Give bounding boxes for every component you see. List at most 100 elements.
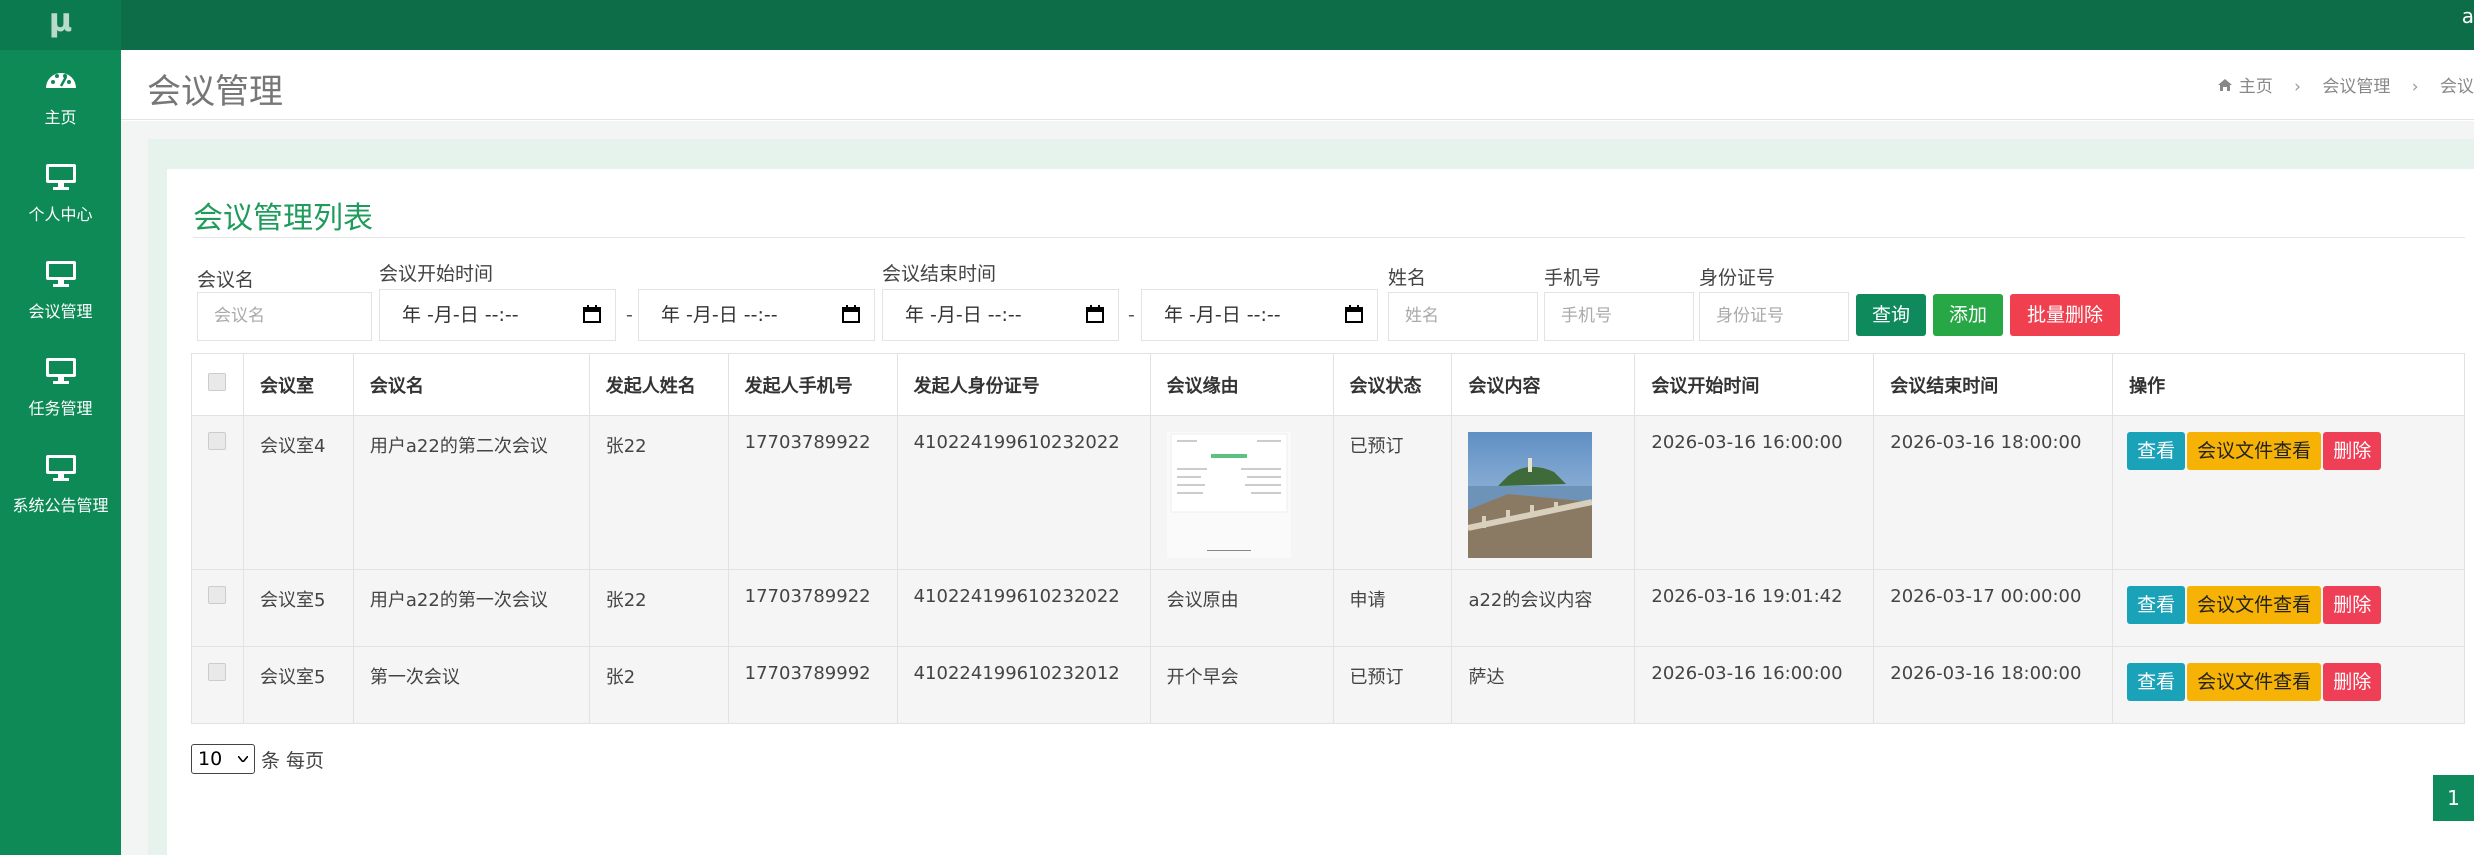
row-select-cell [191, 569, 244, 647]
chevron-right-icon: › [2294, 77, 2301, 97]
cell-actions: 查看 会议文件查看 删除 [2112, 415, 2465, 570]
monitor-icon [45, 455, 76, 481]
sidebar-item-label: 会议管理 [28, 302, 93, 321]
calendar-icon[interactable] [1086, 305, 1104, 323]
delete-button[interactable]: 删除 [2323, 432, 2382, 470]
row-select-cell [191, 646, 244, 724]
table-row: 会议室4 用户a22的第二次会议 张22 17703789922 4102241… [191, 415, 2465, 570]
meeting-name-input[interactable]: 会议名 [197, 292, 372, 341]
row-select-cell [191, 415, 244, 570]
sidebar-item-announcements[interactable]: 系统公告管理 [0, 438, 121, 535]
view-button[interactable]: 查看 [2127, 586, 2186, 624]
column-header[interactable]: 会议名 [352, 353, 590, 416]
chevron-down-icon [238, 756, 248, 762]
breadcrumb-level1[interactable]: 会议管理 [2322, 72, 2390, 97]
column-header[interactable]: 会议状态 [1332, 353, 1453, 416]
view-button[interactable]: 查看 [2127, 663, 2186, 701]
cell-room: 会议室5 [242, 569, 354, 647]
cell-room: 会议室5 [242, 646, 354, 724]
app-logo: μ [0, 0, 121, 50]
page-title: 会议管理 [147, 72, 283, 112]
range-separator: - [626, 304, 633, 326]
batch-delete-button[interactable]: 批量删除 [2010, 294, 2120, 336]
page-header: 会议管理 主页 › 会议管理 › 会议 [121, 50, 2474, 120]
row-checkbox[interactable] [208, 586, 226, 604]
cell-id-card: 410224199610232012 [896, 646, 1151, 724]
monitor-icon [45, 358, 76, 384]
page-size-select[interactable]: 10 [191, 744, 255, 774]
calendar-icon[interactable] [842, 305, 860, 323]
cell-end-time: 2026-03-16 18:00:00 [1873, 646, 2114, 724]
sidebar-item-label: 任务管理 [28, 399, 93, 418]
column-header[interactable]: 发起人姓名 [588, 353, 729, 416]
date-placeholder: 年 -月-日 --:-- [905, 304, 1022, 326]
table-row: 会议室5 第一次会议 张2 17703789992 41022419961023… [191, 646, 2465, 724]
delete-button[interactable]: 删除 [2323, 663, 2382, 701]
column-header[interactable]: 发起人手机号 [727, 353, 898, 416]
page-number-button[interactable]: 1 [2433, 775, 2474, 821]
cell-initiator: 张22 [588, 415, 729, 570]
view-files-button[interactable]: 会议文件查看 [2187, 586, 2322, 624]
column-header[interactable]: 会议内容 [1451, 353, 1636, 416]
id-card-input[interactable]: 身份证号 [1699, 292, 1849, 341]
filter-label-end-time: 会议结束时间 [882, 263, 997, 285]
sidebar-item-tasks[interactable]: 任务管理 [0, 341, 121, 438]
view-button[interactable]: 查看 [2127, 432, 2186, 470]
start-time-from-input[interactable]: 年 -月-日 --:-- [379, 289, 616, 341]
date-placeholder: 年 -月-日 --:-- [1164, 304, 1281, 326]
meeting-table: 会议室 会议名 发起人姓名 发起人手机号 发起人身份证号 会议缘由 会议状态 会… [191, 353, 2465, 724]
cell-status: 已预订 [1332, 646, 1453, 724]
cell-phone: 17703789922 [727, 569, 898, 647]
sidebar-item-home[interactable]: 主页 [0, 50, 121, 147]
view-files-button[interactable]: 会议文件查看 [2187, 663, 2322, 701]
end-time-from-input[interactable]: 年 -月-日 --:-- [882, 289, 1119, 341]
column-header[interactable]: 会议缘由 [1149, 353, 1334, 416]
sidebar-item-meetings[interactable]: 会议管理 [0, 244, 121, 341]
cell-start-time: 2026-03-16 19:01:42 [1634, 569, 1875, 647]
divider [193, 237, 2465, 238]
add-button[interactable]: 添加 [1933, 294, 2003, 336]
cell-end-time: 2026-03-16 18:00:00 [1873, 415, 2114, 570]
row-checkbox[interactable] [208, 432, 226, 450]
cell-reason [1149, 415, 1334, 570]
sidebar-item-profile[interactable]: 个人中心 [0, 147, 121, 244]
cell-actions: 查看 会议文件查看 删除 [2112, 569, 2465, 647]
filter-label-start-time: 会议开始时间 [379, 263, 494, 285]
row-checkbox[interactable] [208, 663, 226, 681]
name-input[interactable]: 姓名 [1388, 292, 1538, 341]
cell-start-time: 2026-03-16 16:00:00 [1634, 646, 1875, 724]
content-area: 会议管理列表 会议名 会议名 会议开始时间 年 -月-日 --:-- - 年 -… [121, 121, 2474, 855]
card-title: 会议管理列表 [193, 201, 373, 236]
reason-document-thumbnail[interactable] [1166, 432, 1291, 558]
table-header-row: 会议室 会议名 发起人姓名 发起人手机号 发起人身份证号 会议缘由 会议状态 会… [191, 353, 2465, 416]
delete-button[interactable]: 删除 [2323, 586, 2382, 624]
range-separator: - [1128, 304, 1135, 326]
calendar-icon[interactable] [1345, 305, 1363, 323]
end-time-to-input[interactable]: 年 -月-日 --:-- [1141, 289, 1378, 341]
user-menu[interactable]: a [2462, 4, 2474, 28]
column-header[interactable]: 会议室 [242, 353, 354, 416]
cell-start-time: 2026-03-16 16:00:00 [1634, 415, 1875, 570]
table-row: 会议室5 用户a22的第一次会议 张22 17703789922 4102241… [191, 569, 2465, 647]
page-size-label: 条 每页 [261, 749, 325, 772]
column-header: 操作 [2112, 353, 2465, 416]
select-all-checkbox[interactable] [208, 373, 226, 391]
date-placeholder: 年 -月-日 --:-- [661, 304, 778, 326]
content-photo-thumbnail[interactable] [1467, 432, 1594, 558]
column-header[interactable]: 会议开始时间 [1634, 353, 1875, 416]
breadcrumb: 主页 › 会议管理 › 会议 [2217, 72, 2474, 97]
calendar-icon[interactable] [583, 305, 601, 323]
filter-label-id-card: 身份证号 [1699, 267, 1776, 289]
page-size-control: 10 条 每页 [191, 744, 324, 774]
column-header[interactable]: 发起人身份证号 [896, 353, 1151, 416]
cell-room: 会议室4 [242, 415, 354, 570]
list-card: 会议管理列表 会议名 会议名 会议开始时间 年 -月-日 --:-- - 年 -… [167, 169, 2474, 855]
phone-input[interactable]: 手机号 [1544, 292, 1694, 341]
start-time-to-input[interactable]: 年 -月-日 --:-- [638, 289, 875, 341]
breadcrumb-home[interactable]: 主页 [2239, 72, 2273, 97]
sidebar-item-label: 主页 [44, 108, 77, 127]
column-header[interactable]: 会议结束时间 [1873, 353, 2114, 416]
cell-initiator: 张2 [588, 646, 729, 724]
query-button[interactable]: 查询 [1856, 294, 1926, 336]
view-files-button[interactable]: 会议文件查看 [2187, 432, 2322, 470]
